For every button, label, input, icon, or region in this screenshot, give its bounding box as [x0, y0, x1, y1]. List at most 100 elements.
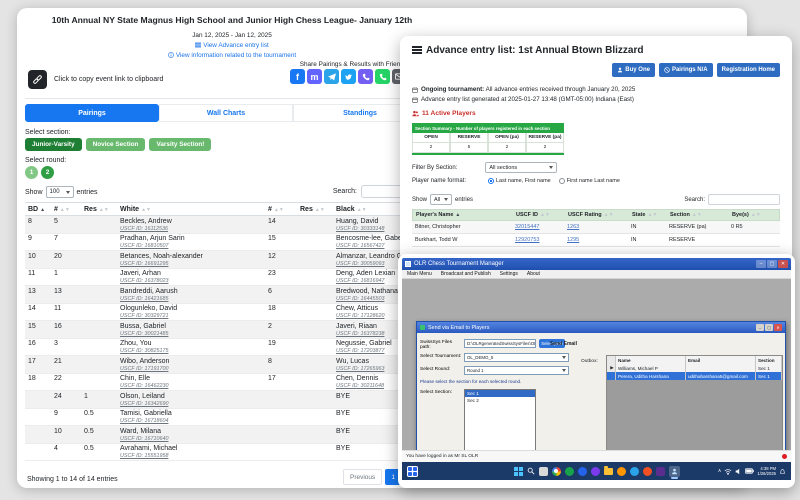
tab-wall-charts[interactable]: Wall Charts [159, 104, 293, 122]
header-white[interactable]: White▲▼ [117, 206, 265, 213]
blue-app-icon[interactable] [578, 467, 587, 476]
round-select[interactable]: Round 1 [464, 366, 569, 375]
header-byes[interactable]: Bye(s)▲▼ [729, 212, 779, 218]
minimize-button[interactable]: – [756, 324, 764, 331]
section-cell: RESERVE [666, 237, 728, 243]
white-uscf-id-link[interactable]: USCF ID: 16718604 [120, 418, 265, 425]
white-uscf-id-link[interactable]: USCF ID: 17191700 [120, 366, 265, 373]
maximize-button[interactable]: ▢ [767, 260, 777, 268]
chevron-up-icon[interactable]: ∧ [718, 468, 722, 474]
section-item-sec2[interactable]: Sec 2 [465, 397, 535, 404]
white-uscf-id-link[interactable]: USCF ID: 16421685 [120, 296, 265, 303]
bd-cell [25, 445, 51, 460]
menu-about[interactable]: About [527, 271, 540, 277]
section-filter-select[interactable]: All sections [485, 162, 557, 173]
view-tournament-info-link[interactable]: View information related to the tourname… [17, 52, 447, 59]
menu-broadcast-publish[interactable]: Broadcast and Publish [441, 271, 491, 277]
header-section[interactable]: Section▲▼ [667, 212, 729, 218]
close-button[interactable]: ✕ [778, 260, 788, 268]
header-players-name[interactable]: Player's Name▲ [413, 212, 513, 218]
menu-settings[interactable]: Settings [500, 271, 518, 277]
orange-app-icon[interactable] [643, 467, 652, 476]
path-input[interactable]: D:\OLRgeneratedSwissSysFiles\OL_DEMO_5 [464, 339, 536, 348]
section-button-varsity[interactable]: Varsity Section! [149, 138, 211, 151]
white-uscf-id-link[interactable]: USCF ID: 16378023 [120, 278, 265, 285]
purple-app-icon[interactable] [591, 467, 600, 476]
header-num-black[interactable]: #▲▼ [265, 206, 297, 213]
maximize-button[interactable]: ▢ [765, 324, 773, 331]
section-item-sec1[interactable]: Sec 1 [465, 390, 535, 397]
header-bd[interactable]: BD▲ [25, 206, 51, 213]
white-uscf-id-link[interactable]: USCF ID: 16112536 [120, 226, 265, 233]
active-person-app-icon[interactable] [669, 466, 680, 477]
search-icon[interactable] [527, 467, 535, 475]
white-uscf-id-link[interactable]: USCF ID: 30021485 [120, 331, 265, 338]
mastodon-icon[interactable]: m [307, 69, 322, 84]
dialog-titlebar[interactable]: Send via Email to Players – ▢ ✕ [417, 322, 785, 333]
firefox-icon[interactable] [617, 467, 626, 476]
sort-icon: ▲▼ [751, 212, 761, 218]
olr-titlebar[interactable]: OLR Chess Tournament Manager – ▢ ✕ [402, 258, 791, 270]
chat-icon[interactable] [539, 467, 548, 476]
battery-icon[interactable] [745, 468, 754, 474]
round-button-1[interactable]: 1 [25, 166, 38, 179]
wifi-icon[interactable] [724, 468, 732, 475]
uscf-rating-link[interactable]: 1263 [567, 224, 579, 230]
facebook-icon[interactable]: f [290, 69, 305, 84]
header-state[interactable]: State▲▼ [629, 212, 667, 218]
white-uscf-id-link[interactable]: USCF ID: 16710640 [120, 436, 265, 443]
uscf-rating-link[interactable]: 1295 [567, 237, 579, 243]
format-last-first-radio[interactable]: Last name, First name [488, 178, 551, 184]
green-app-icon[interactable] [565, 467, 574, 476]
minimize-button[interactable]: – [756, 260, 766, 268]
entries-select[interactable]: All [430, 194, 452, 205]
white-uscf-id-link[interactable]: USCF ID: 16462230 [120, 383, 265, 390]
previous-page-button[interactable]: Previous [343, 469, 382, 485]
section-button-junior-varsity[interactable]: Junior-Varsity [25, 138, 82, 151]
white-uscf-id-link[interactable]: USCF ID: 16342690 [120, 401, 265, 408]
white-player-cell: Avrahami, Michael USCF ID: 15551958 [117, 445, 265, 460]
grid-row-selected[interactable]: Perera, Uditha Harshana udithaharshana5@… [607, 372, 782, 380]
white-uscf-id-link[interactable]: USCF ID: 16691295 [120, 261, 265, 268]
header-res-black[interactable]: Res▲▼ [297, 206, 333, 213]
copy-link-button[interactable] [28, 70, 47, 89]
telegram-app-icon[interactable] [630, 467, 639, 476]
entry-search-input[interactable] [708, 194, 780, 205]
section-button-novice[interactable]: Novice Section [86, 138, 146, 151]
close-button[interactable]: ✕ [774, 324, 782, 331]
header-num-white[interactable]: #▲▼ [51, 206, 81, 213]
white-uscf-id-link[interactable]: USCF ID: 16810507 [120, 243, 265, 250]
notification-bell-icon[interactable] [779, 468, 786, 475]
round-button-2[interactable]: 2 [41, 166, 54, 179]
grid-row[interactable]: ▶ Williams, Michael P Sec 1 [607, 364, 782, 372]
whatsapp-icon[interactable] [375, 69, 390, 84]
folder-icon[interactable] [604, 468, 613, 475]
black-number-cell: 18 [265, 305, 297, 320]
taskbar-clock[interactable]: 4:38 PM 1/26/2025 [757, 466, 776, 476]
buy-one-button[interactable]: Buy One [612, 63, 655, 77]
tournament-select[interactable]: OL_DEMO_5 [464, 353, 569, 362]
pairings-na-button[interactable]: Pairings N/A [659, 63, 713, 77]
twitter-icon[interactable] [341, 69, 356, 84]
registration-home-button[interactable]: Registration Home [717, 63, 780, 77]
uscf-id-link[interactable]: 32015447 [515, 224, 539, 230]
menu-main-menu[interactable]: Main Menu [407, 271, 432, 277]
widgets-icon[interactable] [407, 466, 418, 477]
white-uscf-id-link[interactable]: USCF ID: 30825175 [120, 348, 265, 355]
white-uscf-id-link[interactable]: USCF ID: 30329721 [120, 313, 265, 320]
speaker-icon[interactable] [735, 468, 742, 475]
header-res-white[interactable]: Res▲▼ [81, 206, 117, 213]
chrome-icon[interactable] [552, 467, 561, 476]
purple-n-app-icon[interactable] [656, 467, 665, 476]
viber-icon[interactable] [358, 69, 373, 84]
telegram-icon[interactable] [324, 69, 339, 84]
format-first-last-radio[interactable]: First name Last name [559, 178, 620, 184]
header-uscf-id[interactable]: USCF ID▲▼ [513, 212, 565, 218]
header-uscf-rating[interactable]: USCF Rating▲▼ [565, 212, 629, 218]
tab-bar: Pairings Wall Charts Standings [25, 104, 427, 122]
white-uscf-id-link[interactable]: USCF ID: 15551958 [120, 453, 265, 460]
uscf-id-link[interactable]: 12920753 [515, 237, 539, 243]
windows-start-icon[interactable] [514, 467, 523, 476]
tab-pairings[interactable]: Pairings [25, 104, 159, 122]
view-advance-entry-link[interactable]: View Advance entry list [17, 42, 447, 49]
